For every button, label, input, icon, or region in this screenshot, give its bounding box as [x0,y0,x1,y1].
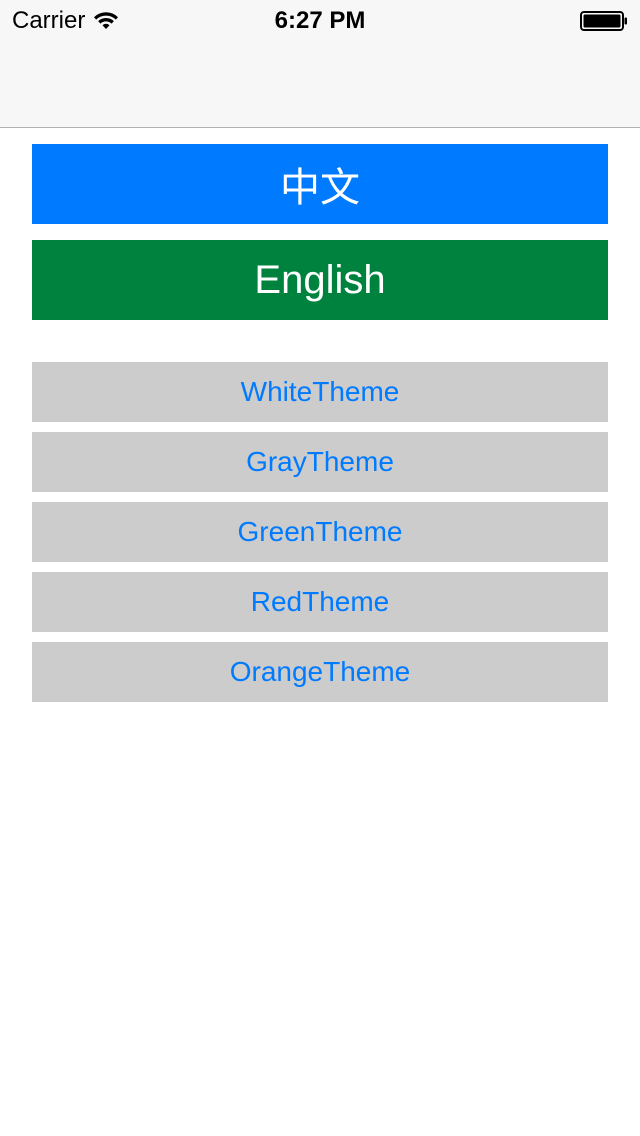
status-bar: Carrier 6:27 PM [0,0,640,40]
app-screen: Carrier 6:27 PM 中文 English WhiteTheme Gr… [0,0,640,1136]
orange-theme-button[interactable]: OrangeTheme [32,642,608,702]
status-time: 6:27 PM [274,7,366,34]
white-theme-button[interactable]: WhiteTheme [32,362,608,422]
green-theme-button[interactable]: GreenTheme [32,502,608,562]
navigation-bar [0,40,640,128]
english-language-button[interactable]: English [32,240,608,320]
top-bar: Carrier 6:27 PM [0,0,640,128]
gray-theme-button[interactable]: GrayTheme [32,432,608,492]
chinese-language-button[interactable]: 中文 [32,144,608,224]
red-theme-button[interactable]: RedTheme [32,572,608,632]
battery-full-icon [580,11,627,31]
